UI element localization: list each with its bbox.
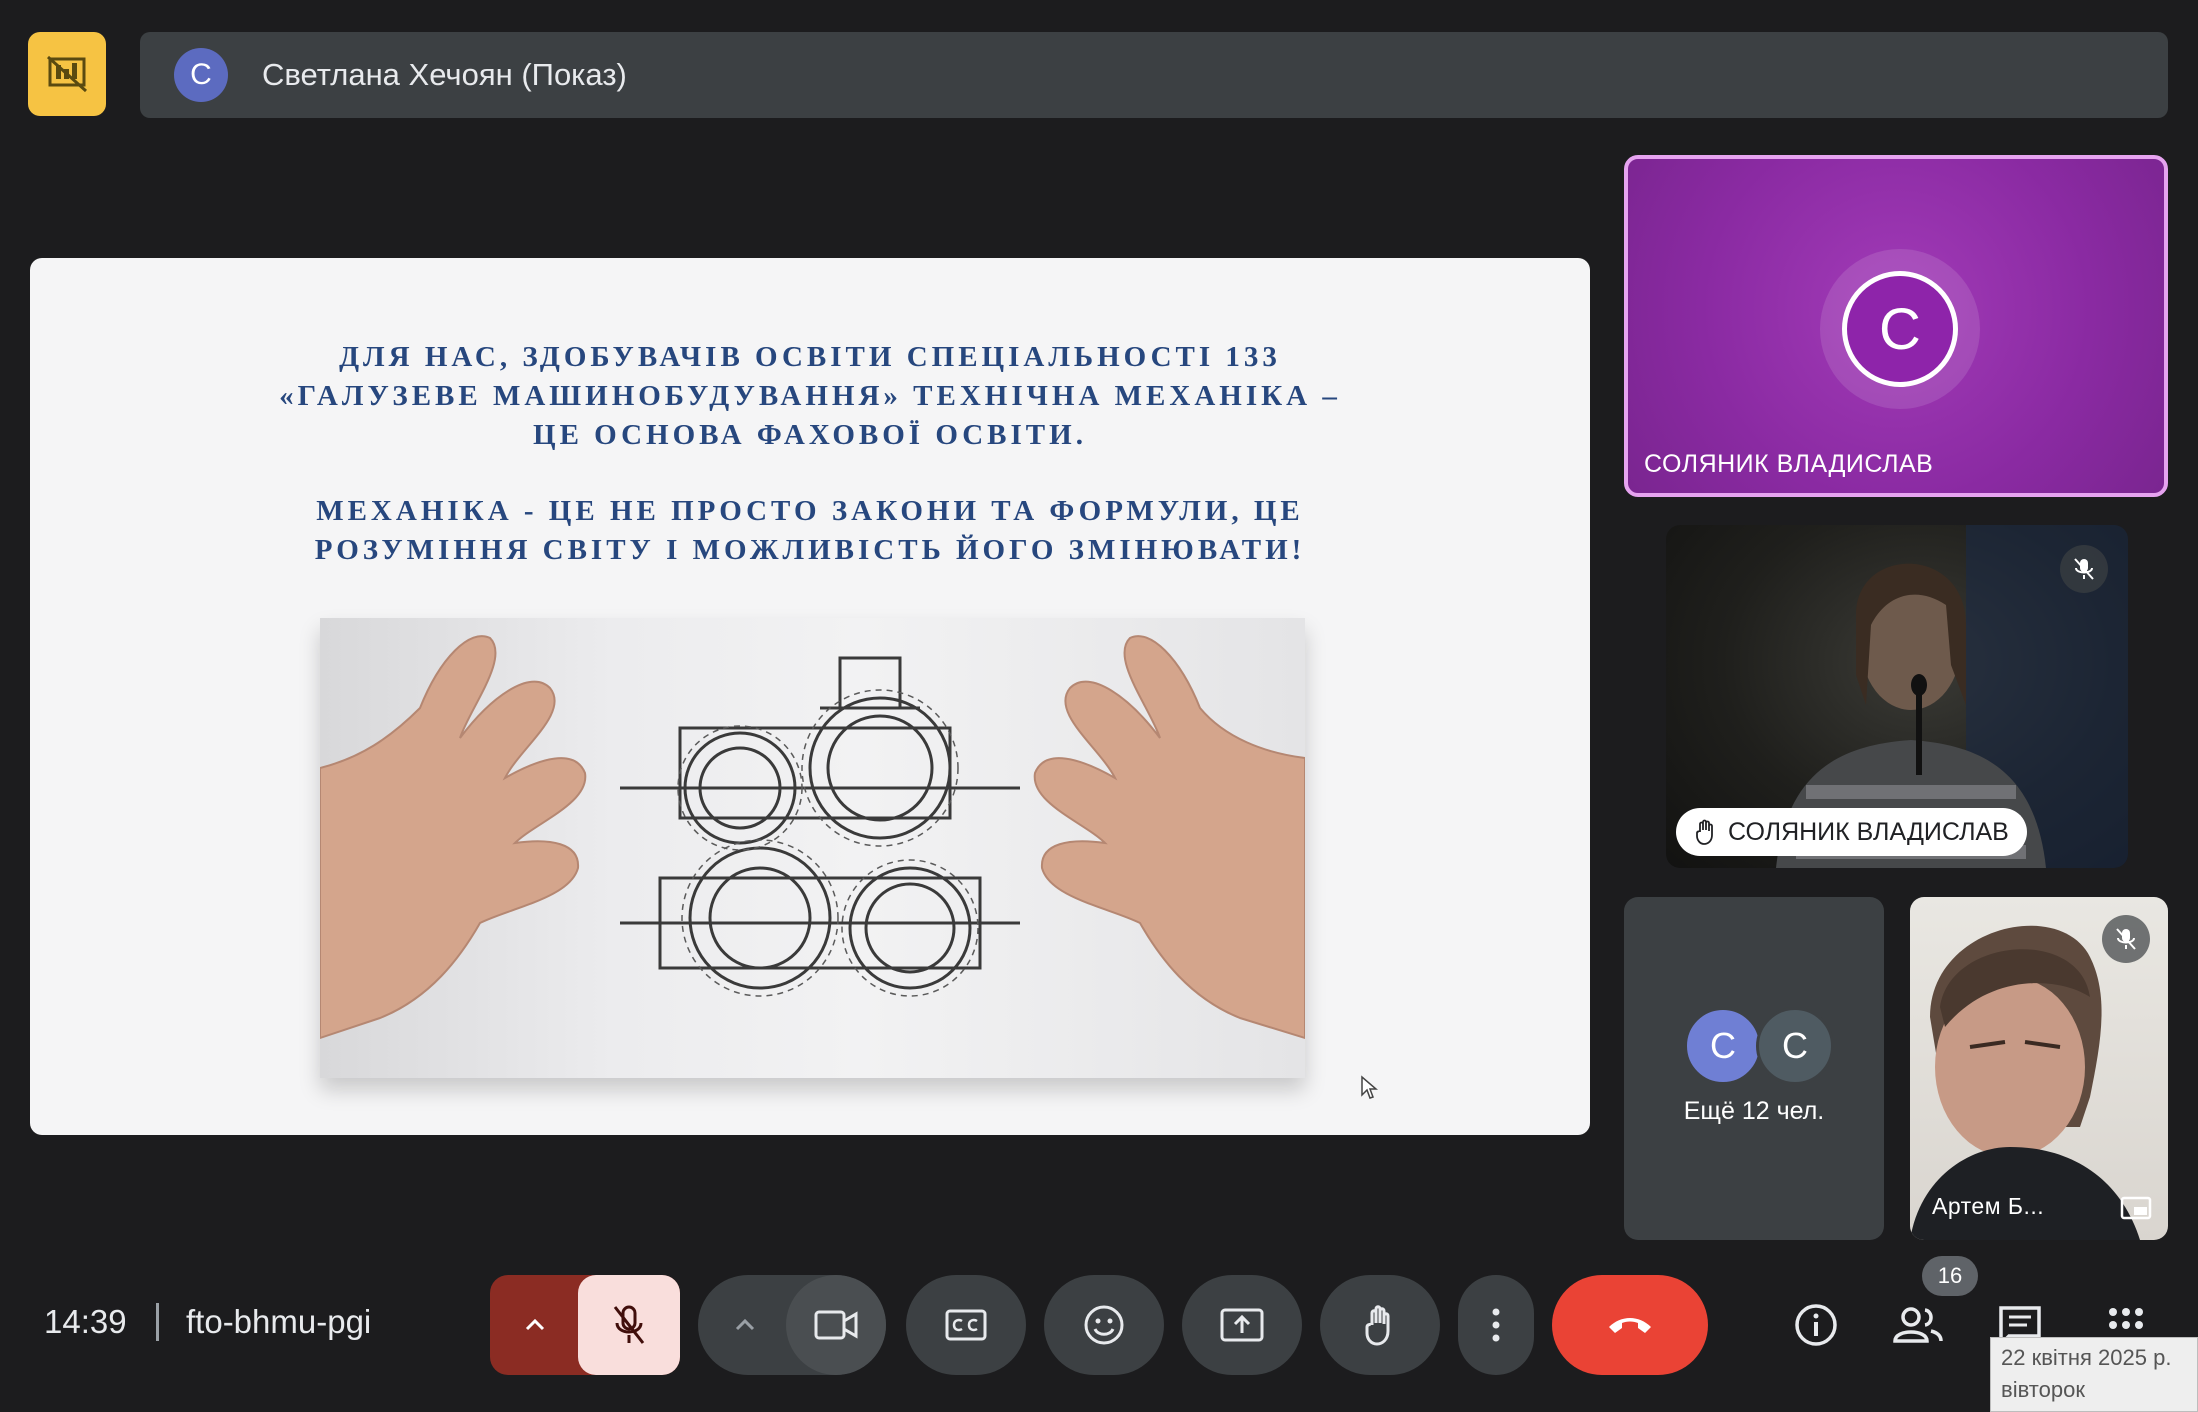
stop-presentation-view-button[interactable] [28, 32, 106, 116]
raised-hand-icon [1696, 819, 1713, 845]
more-options-button[interactable] [1458, 1275, 1534, 1375]
shared-slide: ДЛЯ НАС, ЗДОБУВАЧІВ ОСВІТИ СПЕЦІАЛЬНОСТІ… [30, 258, 1590, 1135]
toggle-microphone-button[interactable] [578, 1275, 680, 1375]
mic-off-icon [2074, 558, 2094, 580]
hand-icon [1365, 1305, 1390, 1346]
presentation-off-icon [46, 55, 88, 93]
participant-avatar: С [1684, 1007, 1762, 1085]
more-vertical-icon [1492, 1308, 1500, 1342]
show-everyone-button[interactable] [1888, 1295, 1948, 1355]
muted-indicator [2102, 915, 2150, 963]
chevron-up-icon [735, 1318, 755, 1331]
slide-gearbox-image [320, 618, 1305, 1078]
participant-name: СОЛЯНИК ВЛАДИСЛАВ [1644, 450, 1934, 478]
closed-captions-icon [945, 1309, 987, 1341]
participant-avatar: С [1756, 1007, 1834, 1085]
slide-line: ЦЕ ОСНОВА ФАХОВОЇ ОСВІТИ. [533, 419, 1087, 451]
participant-avatar: С [1842, 271, 1958, 387]
participant-tile-video-2[interactable]: Артем Б... [1910, 897, 2168, 1240]
audio-settings-button[interactable] [490, 1275, 580, 1375]
send-reaction-button[interactable] [1044, 1275, 1164, 1375]
presenter-name: Светлана Хечоян (Показ) [262, 57, 627, 92]
present-now-button[interactable] [1182, 1275, 1302, 1375]
meeting-time: 14:39 [44, 1303, 127, 1340]
more-participants-tile[interactable]: С С Ещё 12 чел. [1624, 897, 1884, 1240]
slide-paragraph-1: ДЛЯ НАС, ЗДОБУВАЧІВ ОСВІТИ СПЕЦІАЛЬНОСТІ… [30, 338, 1590, 455]
participant-name: Артем Б... [1932, 1193, 2045, 1219]
participant-tile-featured[interactable]: С СОЛЯНИК ВЛАДИСЛАВ [1624, 155, 2168, 497]
picture-in-picture-icon[interactable] [2120, 1196, 2152, 1220]
present-screen-icon [1220, 1308, 1264, 1342]
leave-call-button[interactable] [1552, 1275, 1708, 1375]
meeting-code: fto-bhmu-pgi [186, 1303, 372, 1340]
emoji-icon [1084, 1305, 1124, 1345]
info-icon [1795, 1304, 1837, 1346]
speaking-halo: С [1820, 249, 1980, 409]
camera-control-group [698, 1275, 886, 1375]
mic-off-icon [2116, 928, 2136, 950]
tooltip-date: 22 квітня 2025 р. [2001, 1345, 2172, 1370]
slide-line: «ГАЛУЗЕВЕ МАШИНОБУДУВАННЯ» ТЕХНІЧНА МЕХА… [279, 380, 1341, 412]
participant-name: СОЛЯНИК ВЛАДИСЛАВ [1728, 817, 2009, 846]
people-icon [1893, 1307, 1943, 1343]
mic-off-icon [613, 1305, 645, 1344]
date-tooltip: 22 квітня 2025 р. вівторок [1990, 1337, 2198, 1412]
presenter-avatar: С [174, 48, 228, 102]
video-camera-icon [814, 1310, 858, 1340]
chevron-up-icon [525, 1318, 545, 1331]
hang-up-icon [1609, 1318, 1651, 1333]
slide-line: МЕХАНІКА - ЦЕ НЕ ПРОСТО ЗАКОНИ ТА ФОРМУЛ… [316, 495, 1304, 527]
more-avatars: С С [1684, 1007, 1844, 1087]
divider [156, 1303, 159, 1341]
meeting-details-button[interactable] [1786, 1295, 1846, 1355]
tooltip-weekday: вівторок [2001, 1377, 2085, 1402]
participant-tile-video-1[interactable]: СОЛЯНИК ВЛАДИСЛАВ [1666, 525, 2128, 868]
captions-button[interactable] [906, 1275, 1026, 1375]
raise-hand-button[interactable] [1320, 1275, 1440, 1375]
muted-indicator [2060, 545, 2108, 593]
video-settings-button[interactable] [698, 1275, 792, 1375]
participant-count-badge: 16 [1922, 1256, 1978, 1296]
slide-paragraph-2: МЕХАНІКА - ЦЕ НЕ ПРОСТО ЗАКОНИ ТА ФОРМУЛ… [30, 492, 1590, 570]
slide-line: ДЛЯ НАС, ЗДОБУВАЧІВ ОСВІТИ СПЕЦІАЛЬНОСТІ… [339, 341, 1281, 373]
presenter-bar: С Светлана Хечоян (Показ) [140, 32, 2168, 118]
participant-name-pill: СОЛЯНИК ВЛАДИСЛАВ [1676, 808, 2027, 856]
slide-line: РОЗУМІННЯ СВІТУ І МОЖЛИВІСТЬ ЙОГО ЗМІНЮВ… [314, 534, 1306, 566]
hands-gearbox-illustration [320, 635, 1305, 1040]
mic-control-group [490, 1275, 680, 1375]
more-participants-label: Ещё 12 чел. [1683, 1097, 1825, 1125]
mouse-cursor-icon [1361, 1075, 1378, 1099]
toggle-camera-button[interactable] [786, 1275, 886, 1375]
